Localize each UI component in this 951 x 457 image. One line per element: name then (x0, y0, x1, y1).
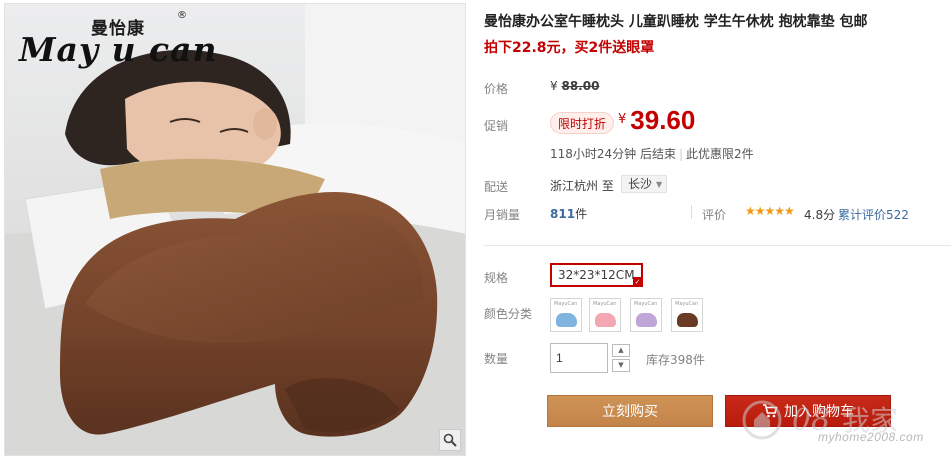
cart-icon (763, 404, 778, 418)
rating-stars-icon: ★★★★★ (745, 204, 795, 218)
swatch-pillow-icon (556, 313, 577, 327)
checkmark-icon: ✓ (632, 277, 643, 287)
price-label: 价格 (484, 82, 509, 96)
countdown-separator: | (679, 147, 684, 161)
shipping-destination-select[interactable]: 长沙 ▼ (621, 175, 668, 193)
promo-price-value: 39.60 (630, 105, 696, 135)
original-price-value: 88.00 (561, 79, 600, 93)
product-title: 曼怡康办公室午睡枕头 儿童趴睡枕 学生午休枕 抱枕靠垫 包邮 (484, 14, 868, 30)
buy-now-button[interactable]: 立刻购买 (547, 395, 713, 427)
reviews-link[interactable]: 累计评价522 (838, 206, 909, 223)
zoom-button[interactable] (439, 429, 461, 451)
promo-label: 促销 (484, 119, 509, 133)
add-to-cart-label: 加入购物车 (784, 404, 854, 420)
color-swatch-pink[interactable]: MayuCan (589, 298, 621, 332)
sales-count: 811 (550, 207, 576, 221)
size-label: 规格 (484, 271, 509, 285)
chevron-down-icon: ▼ (618, 361, 624, 369)
chevron-up-icon: ▲ (618, 346, 624, 354)
original-price-currency: ¥ (550, 79, 558, 93)
brand-logo: 曼怡康 ® May u can (13, 8, 217, 69)
section-divider (484, 245, 951, 246)
shipping-from: 浙江杭州 (550, 179, 599, 193)
watermark-text: myhome2008.com (818, 430, 924, 444)
product-detail-panel: 曼怡康办公室午睡枕头 儿童趴睡枕 学生午休枕 抱枕靠垫 包邮 拍下22.8元，买… (484, 0, 951, 457)
product-image[interactable]: 曼怡康 ® May u can (4, 3, 466, 456)
promo-badge: 限时打折 (550, 112, 615, 134)
rating-label: 评价 (702, 208, 727, 222)
divider (691, 205, 692, 219)
promo-countdown: 118小时24分钟 后结束 | 此优惠限2件 (550, 145, 754, 162)
logo-registered-mark: ® (177, 10, 187, 21)
swatch-pillow-icon (636, 313, 657, 327)
quantity-label: 数量 (484, 352, 509, 366)
swatch-pillow-icon (595, 313, 616, 327)
quantity-increase-button[interactable]: ▲ (612, 344, 630, 357)
rating-score: 4.8分 (804, 208, 836, 222)
chevron-down-icon: ▼ (656, 180, 663, 189)
stock-count: 库存398件 (646, 353, 705, 367)
original-price: ¥ 88.00 (550, 79, 599, 93)
product-photo (5, 4, 465, 455)
logo-english: May u can (19, 30, 218, 69)
size-option-text: 32*23*12CM (558, 268, 635, 282)
color-label: 颜色分类 (484, 307, 533, 321)
swatch-tag: MayuCan (675, 301, 699, 307)
swatch-tag: MayuCan (634, 301, 658, 307)
promo-limit: 此优惠限2件 (686, 147, 754, 161)
swatch-pillow-icon (677, 313, 698, 327)
shipping-origin: 浙江杭州 至 (550, 177, 614, 194)
color-swatch-brown[interactable]: MayuCan (671, 298, 703, 332)
shipping-to-word: 至 (601, 179, 614, 193)
magnifier-icon (443, 433, 457, 447)
shipping-destination: 长沙 (628, 177, 653, 191)
product-subtitle: 拍下22.8元，买2件送眼罩 (484, 40, 655, 56)
color-swatch-purple[interactable]: MayuCan (630, 298, 662, 332)
size-option-selected[interactable]: 32*23*12CM ✓ (550, 263, 643, 287)
swatch-tag: MayuCan (554, 301, 578, 307)
add-to-cart-button[interactable]: 加入购物车 (725, 395, 891, 427)
quantity-decrease-button[interactable]: ▼ (612, 359, 630, 372)
promo-price: ¥39.60 (618, 105, 695, 136)
color-swatch-blue[interactable]: MayuCan (550, 298, 582, 332)
sales-unit: 件 (575, 207, 588, 221)
swatch-tag: MayuCan (593, 301, 617, 307)
monthly-sales: 811件 (550, 205, 587, 222)
countdown-text: 118小时24分钟 后结束 (550, 147, 676, 161)
sales-label: 月销量 (484, 208, 521, 222)
shipping-label: 配送 (484, 180, 509, 194)
promo-price-currency: ¥ (618, 112, 627, 127)
quantity-input[interactable]: 1 (550, 343, 608, 373)
